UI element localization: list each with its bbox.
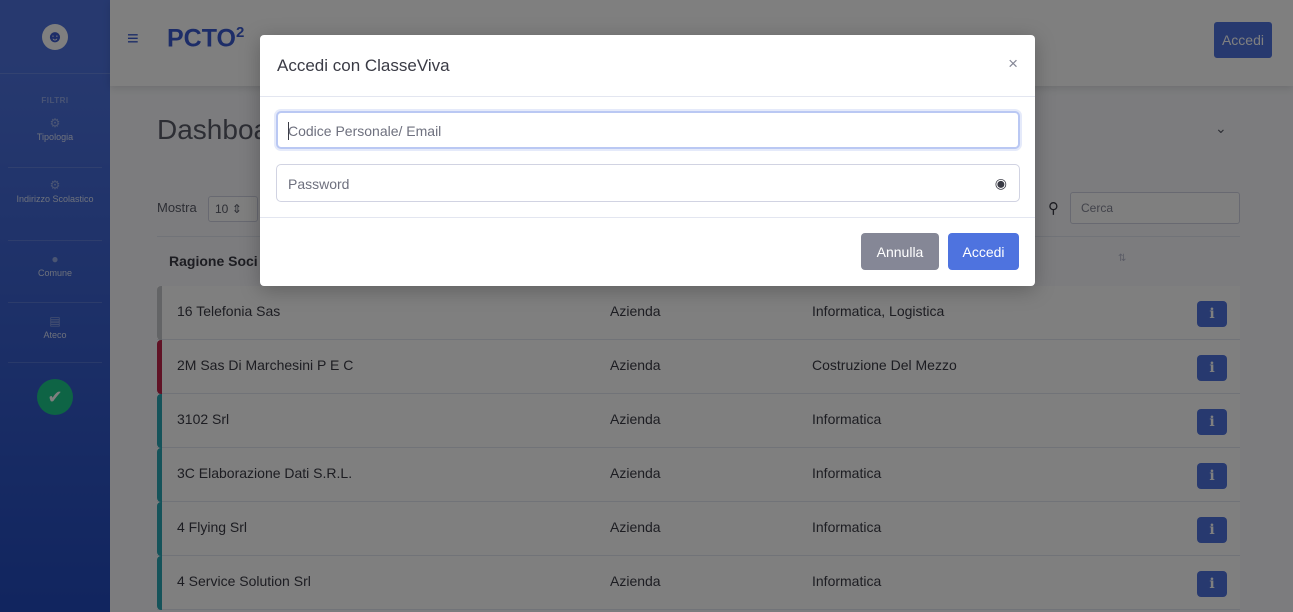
code-email-placeholder: Codice Personale/ Email	[288, 123, 442, 139]
close-icon[interactable]: ×	[1008, 54, 1018, 74]
code-email-field[interactable]: Codice Personale/ Email	[276, 111, 1020, 149]
submit-login-button[interactable]: Accedi	[948, 233, 1019, 270]
password-placeholder: Password	[288, 176, 350, 192]
cancel-button[interactable]: Annulla	[861, 233, 939, 270]
eye-icon[interactable]: ◉	[995, 175, 1007, 192]
modal-footer-divider	[260, 217, 1035, 218]
password-field[interactable]: Password ◉	[276, 164, 1020, 202]
modal-header: Accedi con ClasseViva ×	[260, 35, 1035, 97]
modal-title: Accedi con ClasseViva	[277, 56, 450, 75]
login-modal: Accedi con ClasseViva × Codice Personale…	[260, 35, 1035, 286]
